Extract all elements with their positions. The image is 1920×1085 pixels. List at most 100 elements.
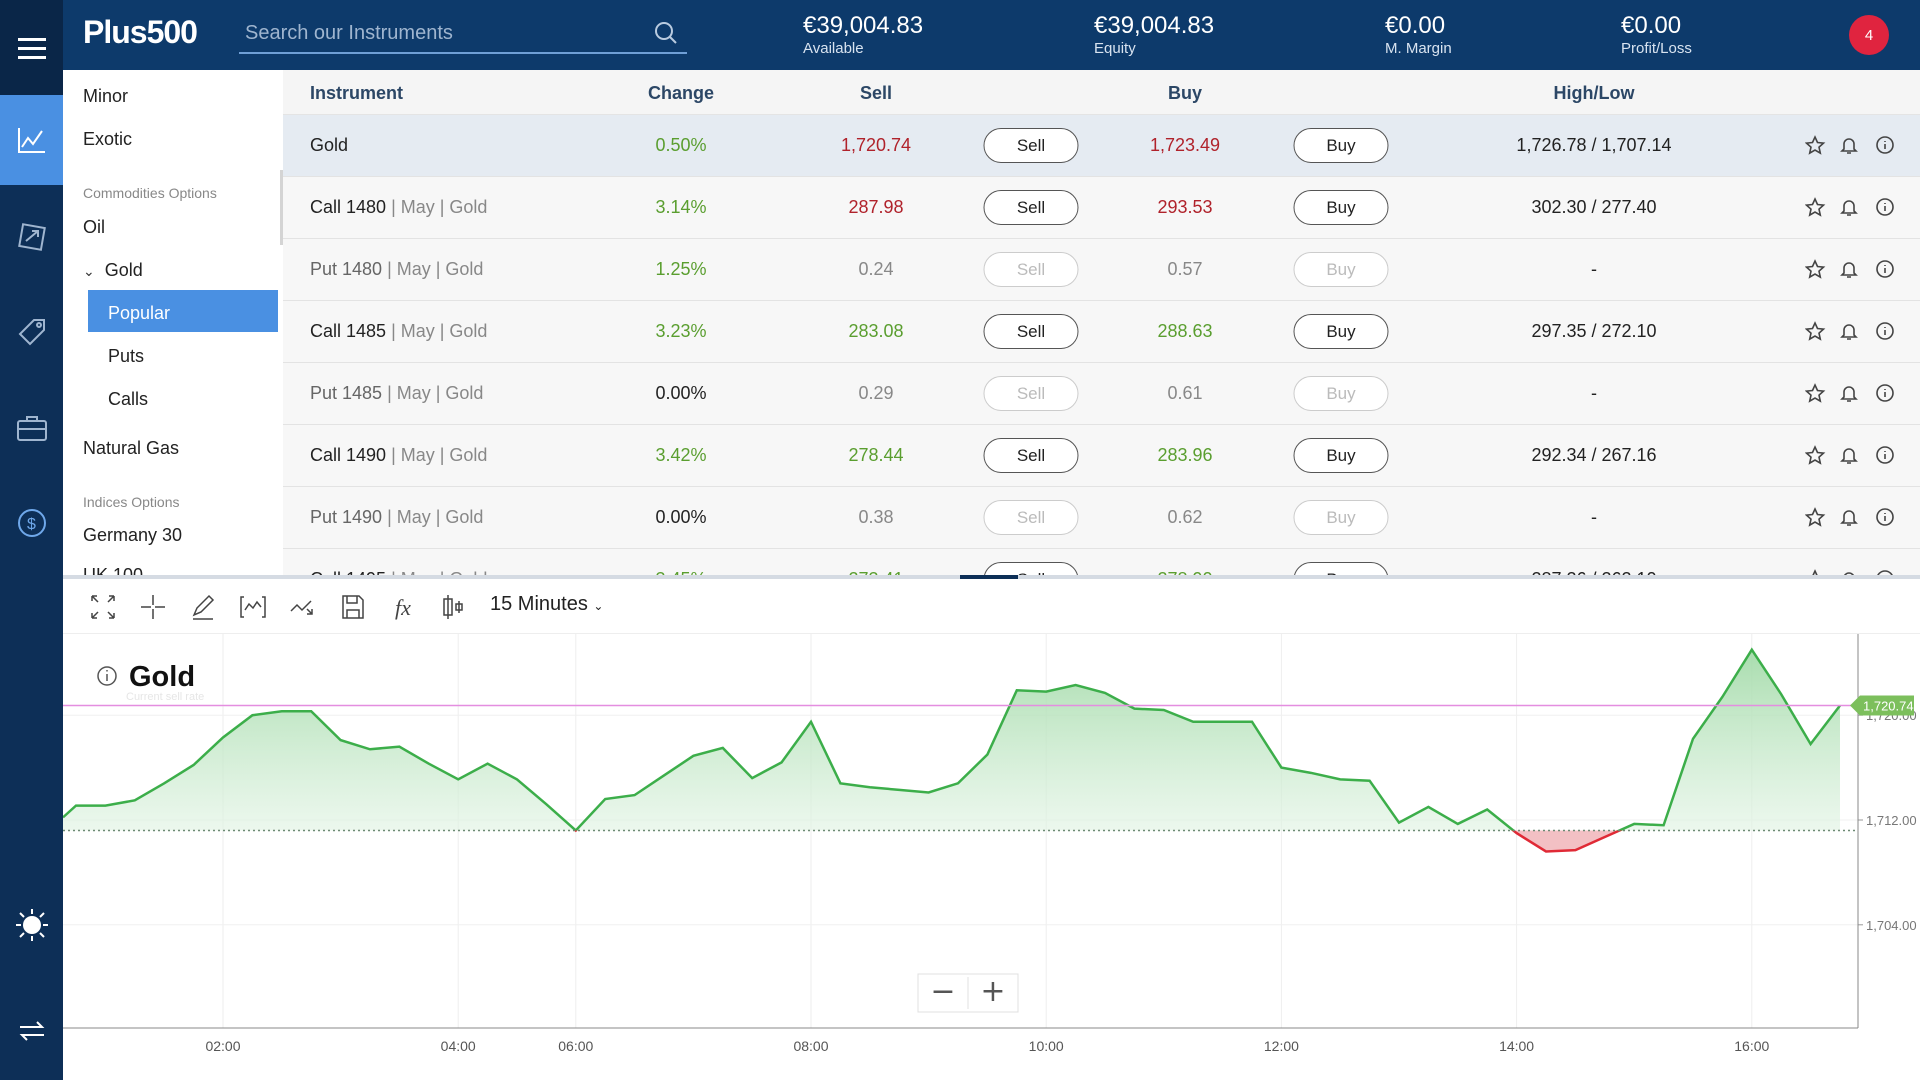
buy-button[interactable]: Buy — [1293, 314, 1389, 349]
sidebar-item-oil[interactable]: Oil — [83, 217, 105, 238]
info-icon[interactable] — [1875, 135, 1897, 162]
col-sell[interactable]: Sell — [860, 83, 892, 104]
star-icon[interactable] — [1804, 383, 1827, 410]
instrument-name[interactable]: Call 1480 | May | Gold — [310, 197, 487, 218]
star-icon[interactable] — [1804, 445, 1827, 472]
bell-icon[interactable] — [1839, 321, 1861, 348]
bell-icon[interactable] — [1839, 383, 1861, 410]
sidebar-item-germany-30[interactable]: Germany 30 — [83, 525, 182, 546]
sell-button[interactable]: Sell — [983, 562, 1079, 575]
bell-icon[interactable] — [1839, 445, 1861, 472]
star-icon[interactable] — [1804, 259, 1827, 286]
briefcase-icon[interactable] — [0, 383, 63, 473]
price-chart[interactable]: 02:00 04:00 06:00 08:00 10:00 12:00 14:00 16:00… — [63, 634, 1920, 1080]
sidebar-item-calls[interactable]: Calls — [108, 389, 148, 410]
info-icon[interactable] — [1875, 383, 1897, 410]
crosshair-icon[interactable] — [139, 593, 167, 626]
trade-arrows-icon[interactable] — [0, 192, 63, 282]
bell-icon[interactable] — [1839, 197, 1861, 224]
stat-available: €39,004.83 Available — [803, 12, 924, 57]
table-row[interactable]: Gold 0.50% 1,720.74 Sell 1,723.49 Buy 1,726.78… — [283, 115, 1920, 177]
area-fill-above — [63, 649, 1840, 831]
sidebar-item-minor[interactable]: Minor — [83, 86, 128, 107]
fullscreen-icon[interactable] — [89, 593, 117, 626]
info-icon[interactable] — [1875, 507, 1897, 534]
sidebar-item-gold[interactable]: ⌄ Gold — [83, 260, 143, 281]
instrument-name[interactable]: Call 1485 | May | Gold — [310, 321, 487, 342]
candle-icon[interactable] — [439, 593, 467, 626]
search-input[interactable] — [239, 21, 639, 45]
chevron-down-icon: ⌄ — [593, 599, 604, 613]
sell-button[interactable]: Sell — [983, 190, 1079, 225]
sidebar-item-exotic[interactable]: Exotic — [83, 129, 132, 150]
tag-icon[interactable] — [0, 287, 63, 377]
sell-button[interactable]: Sell — [983, 314, 1079, 349]
swap-icon[interactable] — [0, 986, 63, 1076]
col-change[interactable]: Change — [648, 83, 714, 104]
search-box[interactable] — [239, 14, 687, 54]
dollar-icon[interactable]: $ — [0, 478, 63, 568]
buy-button[interactable]: Buy — [1293, 128, 1389, 163]
sell-button[interactable]: Sell — [983, 128, 1079, 163]
sidebar-item-puts[interactable]: Puts — [108, 346, 144, 367]
buy-button[interactable]: Buy — [1293, 252, 1389, 287]
col-buy[interactable]: Buy — [1168, 83, 1202, 104]
sell-button[interactable]: Sell — [983, 252, 1079, 287]
x-tick-label: 04:00 — [441, 1038, 476, 1054]
table-row[interactable]: Put 1490 | May | Gold 0.00% 0.38 Sell 0.62 Bu… — [283, 487, 1920, 549]
function-icon[interactable]: fx — [389, 593, 417, 626]
buy-button[interactable]: Buy — [1293, 562, 1389, 575]
sidebar-item-popular[interactable]: Popular — [108, 303, 170, 324]
search-icon[interactable] — [653, 20, 679, 46]
info-icon[interactable] — [1875, 445, 1897, 472]
trend-icon[interactable] — [289, 593, 317, 626]
timeframe-dropdown[interactable]: 15 Minutes ⌄ — [490, 593, 603, 616]
zoom-in-button[interactable]: + — [980, 974, 1005, 1009]
buy-button[interactable]: Buy — [1293, 376, 1389, 411]
bell-icon[interactable] — [1839, 507, 1861, 534]
table-row[interactable]: Put 1485 | May | Gold 0.00% 0.29 Sell 0.61 Bu… — [283, 363, 1920, 425]
zoom-out-button[interactable]: − — [930, 974, 955, 1009]
table-row[interactable]: Call 1495 | May | Gold3.45%273.41Sell278… — [283, 549, 1920, 575]
buy-button[interactable]: Buy — [1293, 500, 1389, 535]
change-value: 3.23% — [655, 321, 707, 341]
instrument-name[interactable]: Put 1480 | May | Gold — [310, 259, 483, 280]
info-icon[interactable] — [1875, 197, 1897, 224]
sell-button[interactable]: Sell — [983, 438, 1079, 473]
theme-sun-icon[interactable] — [0, 880, 63, 970]
table-row[interactable]: Put 1480 | May | Gold 1.25% 0.24 Sell 0.57 Bu… — [283, 239, 1920, 301]
buy-button[interactable]: Buy — [1293, 190, 1389, 225]
col-high-low[interactable]: High/Low — [1554, 83, 1635, 104]
col-instrument[interactable]: Instrument — [310, 83, 403, 104]
indicator-icon[interactable] — [239, 593, 267, 626]
sell-button[interactable]: Sell — [983, 500, 1079, 535]
sidebar-item-uk-100[interactable]: UK 100 — [83, 565, 143, 575]
sidebar-item-natural-gas[interactable]: Natural Gas — [83, 438, 179, 459]
table-row[interactable]: Call 1480 | May | Gold 3.14% 287.98 Sell 293… — [283, 177, 1920, 239]
star-icon[interactable] — [1804, 197, 1827, 224]
table-row[interactable]: Call 1490 | May | Gold 3.42% 278.44 Sell 283… — [283, 425, 1920, 487]
table-row[interactable]: Call 1485 | May | Gold 3.23% 283.08 Sell 288… — [283, 301, 1920, 363]
instrument-name[interactable]: Put 1490 | May | Gold — [310, 507, 483, 528]
info-icon[interactable] — [97, 666, 117, 686]
bell-icon[interactable] — [1839, 259, 1861, 286]
star-icon[interactable] — [1804, 321, 1827, 348]
instrument-name[interactable]: Call 1490 | May | Gold — [310, 445, 487, 466]
menu-icon[interactable] — [0, 0, 63, 95]
svg-text:fx: fx — [395, 595, 411, 620]
draw-icon[interactable] — [189, 593, 217, 626]
instrument-name[interactable]: Gold — [310, 135, 348, 156]
star-icon[interactable] — [1804, 507, 1827, 534]
stat-margin: €0.00 M. Margin — [1385, 12, 1452, 57]
sell-price: 287.98 — [848, 197, 904, 217]
buy-button[interactable]: Buy — [1293, 438, 1389, 473]
save-icon[interactable] — [339, 593, 367, 626]
instrument-name[interactable]: Put 1485 | May | Gold — [310, 383, 483, 404]
sell-button[interactable]: Sell — [983, 376, 1079, 411]
info-icon[interactable] — [1875, 259, 1897, 286]
bell-icon[interactable] — [1839, 135, 1861, 162]
chart-icon[interactable] — [0, 95, 63, 185]
star-icon[interactable] — [1804, 135, 1827, 162]
info-icon[interactable] — [1875, 321, 1897, 348]
notifications-badge[interactable]: 4 — [1849, 15, 1889, 55]
